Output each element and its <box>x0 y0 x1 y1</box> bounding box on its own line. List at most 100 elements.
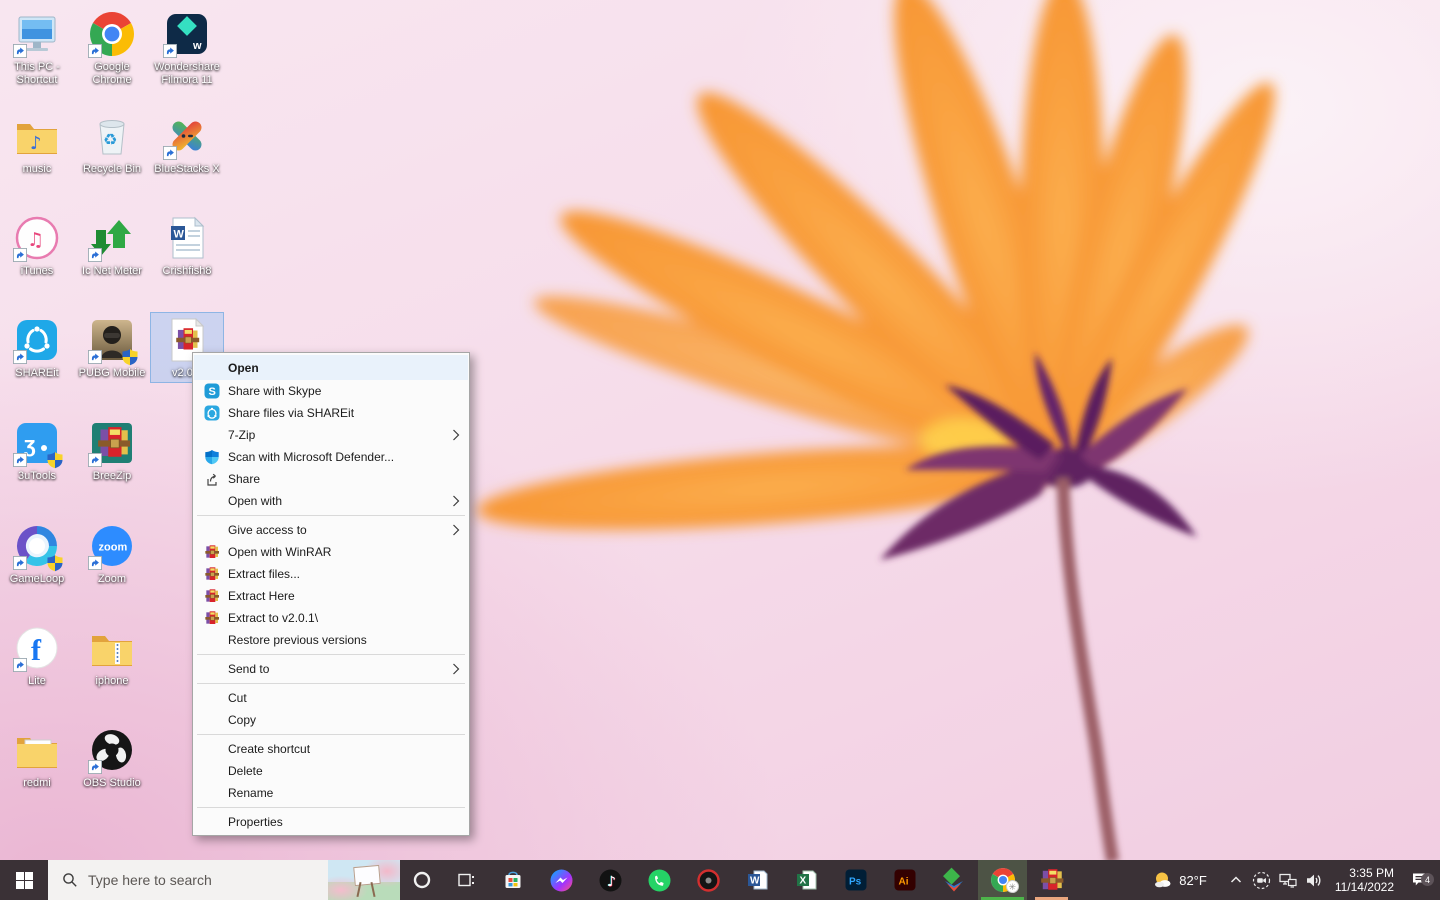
search-highlights-image[interactable] <box>328 860 400 900</box>
desktop-icon-word-document[interactable]: W Crishfish8 <box>150 210 224 281</box>
menu-item-copy[interactable]: Copy <box>194 709 468 731</box>
menu-separator <box>197 654 465 655</box>
taskbar-app-microsoft-store[interactable] <box>488 860 537 900</box>
cortana-button[interactable] <box>400 860 444 900</box>
desktop-icon-facebook-lite[interactable]: f Lite <box>0 620 74 691</box>
screen-recorder-icon <box>696 868 721 893</box>
desktop-icon-3utools[interactable]: ʒ 3uTools <box>0 415 74 486</box>
shortcut-arrow-icon <box>13 453 27 467</box>
menu-item-cut[interactable]: Cut <box>194 687 468 709</box>
desktop-icon-zoom[interactable]: zoom Zoom <box>75 518 149 589</box>
tray-show-hidden-icons[interactable] <box>1223 873 1249 887</box>
start-button[interactable] <box>0 860 48 900</box>
taskbar-app-excel[interactable]: X <box>782 860 831 900</box>
desktop-icon-shareit[interactable]: SHAREit <box>0 312 74 383</box>
notification-count-badge: 4 <box>1421 873 1434 886</box>
desktop-icon-recycle-bin[interactable]: ♻ Recycle Bin <box>75 108 149 179</box>
desktop-icon-label: SHAREit <box>15 367 58 380</box>
action-center-button[interactable]: 4 <box>1404 871 1434 889</box>
share-icon <box>203 471 220 487</box>
menu-item-send-to[interactable]: Send to <box>194 658 468 680</box>
menu-item-open[interactable]: Open <box>194 355 468 380</box>
desktop-icon-label: Lite <box>28 675 46 688</box>
desktop-icon-bluestacks-x[interactable]: BlueStacks X <box>150 108 224 179</box>
menu-icon-slot <box>203 661 220 677</box>
desktop-icon-google-chrome[interactable]: Google Chrome <box>75 6 149 90</box>
taskbar-app-winrar[interactable] <box>1027 860 1076 900</box>
tray-volume[interactable] <box>1301 872 1327 889</box>
svg-text:X: X <box>799 876 806 887</box>
menu-item-rename[interactable]: Rename <box>194 782 468 804</box>
taskbar-app-tiktok[interactable]: ♪♪♪ <box>586 860 635 900</box>
submenu-chevron-icon <box>450 429 460 441</box>
menu-icon-slot <box>203 522 220 538</box>
photoshop-icon: Ps <box>844 868 868 892</box>
desktop-icon-label: music <box>23 163 52 176</box>
taskbar-app-chrome[interactable]: ✳ <box>978 860 1027 900</box>
desktop-icon-label: Wondershare Filmora 11 <box>151 61 223 87</box>
menu-item-share-files-via-shareit[interactable]: Share files via SHAREit <box>194 402 468 424</box>
context-menu: Open S Share with Skype Share files via … <box>192 352 470 836</box>
winrar-icon <box>203 566 220 582</box>
desktop-icon-label: BreeZip <box>93 470 132 483</box>
weather-widget[interactable]: 82°F <box>1152 870 1207 890</box>
menu-item-share[interactable]: Share <box>194 468 468 490</box>
desktop-icon-itunes[interactable]: ♫ iTunes <box>0 210 74 281</box>
menu-item-open-with-winrar[interactable]: Open with WinRAR <box>194 541 468 563</box>
taskbar-app-messenger[interactable] <box>537 860 586 900</box>
taskbar: Type here to search ♪♪♪ <box>0 860 1440 900</box>
menu-item-create-shortcut[interactable]: Create shortcut <box>194 738 468 760</box>
time-text: 3:35 PM <box>1335 866 1394 880</box>
tray-network[interactable] <box>1275 872 1301 888</box>
taskbar-app-word[interactable]: W <box>733 860 782 900</box>
menu-item-open-with[interactable]: Open with <box>194 490 468 512</box>
menu-icon-slot <box>203 712 220 728</box>
desktop-icon-iphone-folder[interactable]: iphone <box>75 620 149 691</box>
menu-item-extract-here[interactable]: Extract Here <box>194 585 468 607</box>
desktop-icon-label: Google Chrome <box>76 61 148 87</box>
menu-item-share-with-skype[interactable]: S Share with Skype <box>194 380 468 402</box>
menu-item-7zip[interactable]: 7-Zip <box>194 424 468 446</box>
taskbar-app-screen-recorder[interactable] <box>684 860 733 900</box>
menu-item-restore-previous-versions[interactable]: Restore previous versions <box>194 629 468 651</box>
svg-text:S: S <box>208 386 215 398</box>
meet-now-camera-icon <box>1252 871 1271 890</box>
svg-text:W: W <box>750 876 760 887</box>
menu-item-properties[interactable]: Properties <box>194 811 468 833</box>
network-ethernet-icon <box>1279 872 1297 888</box>
search-box[interactable]: Type here to search <box>48 860 400 900</box>
menu-item-scan-with-defender[interactable]: Scan with Microsoft Defender... <box>194 446 468 468</box>
svg-text:Ai: Ai <box>898 877 908 888</box>
desktop-icon-net-meter[interactable]: Ic Net Meter <box>75 210 149 281</box>
desktop-icon-breezip[interactable]: BreeZip <box>75 415 149 486</box>
clock-widget[interactable]: 3:35 PM 11/14/2022 <box>1335 866 1394 894</box>
3utools-icon: ʒ <box>13 419 61 467</box>
tray-meet-now[interactable] <box>1249 871 1275 890</box>
desktop-icon-redmi-folder[interactable]: redmi <box>0 722 74 793</box>
desktop-icon-this-pc[interactable]: This PC - Shortcut <box>0 6 74 90</box>
taskbar-app-whatsapp[interactable] <box>635 860 684 900</box>
tiktok-icon: ♪♪♪ <box>598 868 623 893</box>
shortcut-arrow-icon <box>163 44 177 58</box>
shortcut-arrow-icon <box>163 146 177 160</box>
obs-studio-icon <box>88 726 136 774</box>
task-view-button[interactable] <box>444 860 488 900</box>
menu-item-extract-to-folder[interactable]: Extract to v2.0.1\ <box>194 607 468 629</box>
taskbar-app-illustrator[interactable]: Ai <box>880 860 929 900</box>
net-meter-icon <box>88 214 136 262</box>
menu-item-give-access-to[interactable]: Give access to <box>194 519 468 541</box>
menu-item-delete[interactable]: Delete <box>194 760 468 782</box>
desktop-icon-pubg-mobile[interactable]: PUBG Mobile <box>75 312 149 383</box>
taskbar-app-photoshop[interactable]: Ps <box>831 860 880 900</box>
desktop-icon-obs-studio[interactable]: OBS Studio <box>75 722 149 793</box>
desktop-icon-label: Zoom <box>98 573 126 586</box>
desktop-icon-music-folder[interactable]: ♪ music <box>0 108 74 179</box>
menu-separator <box>197 515 465 516</box>
taskbar-app-bluestacks[interactable] <box>929 860 978 900</box>
desktop-icon-gameloop[interactable]: GameLoop <box>0 518 74 589</box>
menu-icon-slot <box>203 360 220 376</box>
uac-shield-icon <box>46 554 64 572</box>
windows-desktop: This PC - Shortcut Google Chrome w Wonde… <box>0 0 1440 900</box>
desktop-icon-filmora[interactable]: w Wondershare Filmora 11 <box>150 6 224 90</box>
menu-item-extract-files[interactable]: Extract files... <box>194 563 468 585</box>
